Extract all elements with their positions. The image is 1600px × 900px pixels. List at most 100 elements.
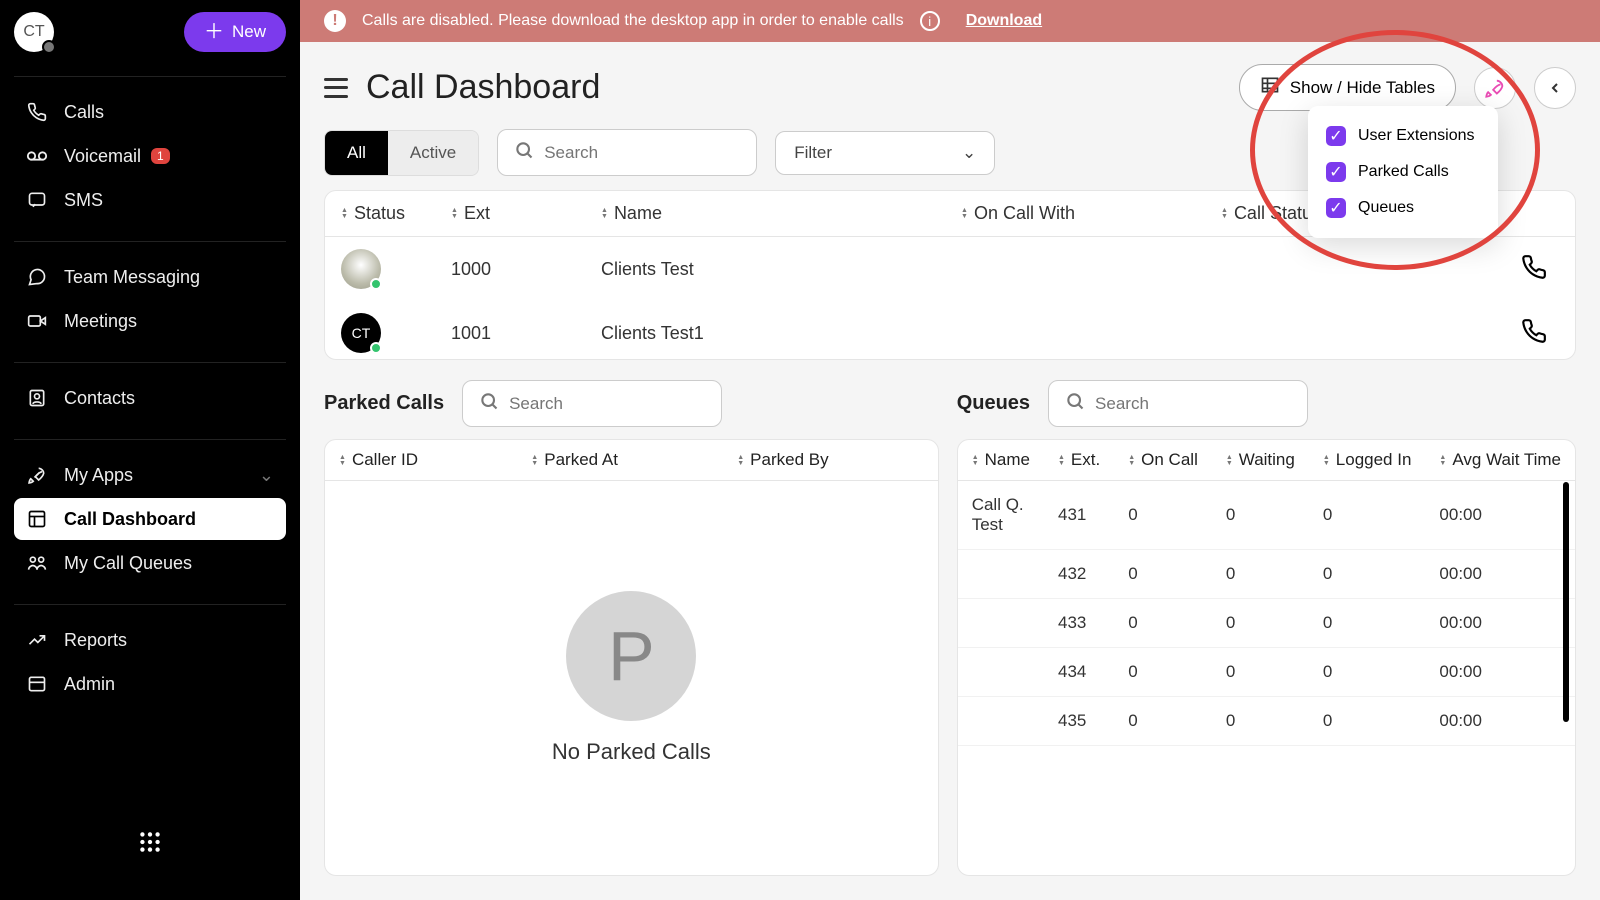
download-link[interactable]: Download xyxy=(966,12,1042,30)
sidebar-item-sms[interactable]: SMS xyxy=(14,179,286,221)
voicemail-badge: 1 xyxy=(151,148,170,164)
video-icon xyxy=(26,310,48,332)
sidebar-item-voicemail[interactable]: Voicemail 1 xyxy=(14,135,286,177)
extensions-search[interactable] xyxy=(497,129,757,176)
presence-dot xyxy=(42,40,56,54)
popover-label: Parked Calls xyxy=(1358,163,1449,181)
cell-logged_in: 0 xyxy=(1309,550,1426,599)
new-button[interactable]: ＋ New xyxy=(184,12,286,52)
popover-option-parked-calls[interactable]: ✓ Parked Calls xyxy=(1324,154,1482,190)
table-icon xyxy=(1260,75,1280,100)
info-icon[interactable]: i xyxy=(920,11,940,31)
parked-search-input[interactable] xyxy=(509,394,705,414)
cell-ext: 1000 xyxy=(435,237,585,302)
queues-search-input[interactable] xyxy=(1095,394,1291,414)
col-on-call-with[interactable]: ▲▼On Call With xyxy=(945,191,1205,237)
table-row[interactable]: 43500000:00 xyxy=(958,697,1575,746)
cell-name xyxy=(958,648,1044,697)
tab-active[interactable]: Active xyxy=(388,131,478,175)
sidebar-item-team-messaging[interactable]: Team Messaging xyxy=(14,256,286,298)
col-name[interactable]: ▲▼Name xyxy=(585,191,945,237)
phone-icon xyxy=(26,101,48,123)
popover-label: Queues xyxy=(1358,199,1414,217)
dialpad-button[interactable] xyxy=(137,829,163,860)
queues-panel: Queues ▲▼Name ▲▼Ext. ▲▼On Call ▲▼Waiting… xyxy=(957,380,1576,876)
col-q-waiting[interactable]: ▲▼Waiting xyxy=(1212,440,1309,481)
checkbox-checked-icon: ✓ xyxy=(1326,126,1346,146)
sidebar: CT ＋ New Calls Voicemail 1 SMS xyxy=(0,0,300,900)
sidebar-item-meetings[interactable]: Meetings xyxy=(14,300,286,342)
tab-all[interactable]: All xyxy=(325,131,388,175)
cell-avg: 00:00 xyxy=(1425,550,1575,599)
page-title: Call Dashboard xyxy=(366,68,1221,107)
sidebar-item-reports[interactable]: Reports xyxy=(14,619,286,661)
avatar: CT xyxy=(341,313,381,353)
col-parked-by[interactable]: ▲▼Parked By xyxy=(723,440,937,481)
cell-on_call: 0 xyxy=(1114,550,1212,599)
call-icon[interactable] xyxy=(1521,328,1547,348)
show-hide-popover: ✓ User Extensions ✓ Parked Calls ✓ Queue… xyxy=(1308,106,1498,238)
cell-name: Clients Test1 xyxy=(585,301,945,360)
collapse-button[interactable] xyxy=(1534,67,1576,109)
user-avatar[interactable]: CT xyxy=(14,12,54,52)
sort-icon: ▲▼ xyxy=(1221,208,1228,220)
cell-on_call: 0 xyxy=(1114,481,1212,550)
filter-dropdown[interactable]: Filter ⌄ xyxy=(775,131,995,175)
popover-option-user-extensions[interactable]: ✓ User Extensions xyxy=(1324,118,1482,154)
sidebar-item-my-call-queues[interactable]: My Call Queues xyxy=(14,542,286,584)
col-q-loggedin[interactable]: ▲▼Logged In xyxy=(1309,440,1426,481)
table-row[interactable]: Call Q. Test43100000:00 xyxy=(958,481,1575,550)
checkbox-checked-icon: ✓ xyxy=(1326,198,1346,218)
cell-logged_in: 0 xyxy=(1309,599,1426,648)
col-q-avg[interactable]: ▲▼Avg Wait Time xyxy=(1425,440,1575,481)
sort-icon: ▲▼ xyxy=(341,208,348,220)
cell-avg: 00:00 xyxy=(1425,648,1575,697)
table-row[interactable]: CT 1001 Clients Test1 xyxy=(325,301,1575,360)
lower-panels: Parked Calls ▲▼Caller ID ▲▼Parked At ▲▼P… xyxy=(300,380,1600,900)
col-status[interactable]: ▲▼Status xyxy=(325,191,435,237)
scrollbar[interactable] xyxy=(1563,482,1569,722)
queues-icon xyxy=(26,552,48,574)
col-caller-id[interactable]: ▲▼Caller ID xyxy=(325,440,517,481)
cell-ext: 433 xyxy=(1044,599,1114,648)
new-button-label: New xyxy=(232,22,266,42)
cell-waiting: 0 xyxy=(1212,697,1309,746)
table-row[interactable]: 1000 Clients Test xyxy=(325,237,1575,302)
col-q-name[interactable]: ▲▼Name xyxy=(958,440,1044,481)
cell-logged_in: 0 xyxy=(1309,481,1426,550)
sort-icon: ▲▼ xyxy=(1439,455,1446,467)
parked-search[interactable] xyxy=(462,380,722,427)
col-q-ext[interactable]: ▲▼Ext. xyxy=(1044,440,1114,481)
status-online-icon xyxy=(370,278,382,290)
cell-on_call: 0 xyxy=(1114,599,1212,648)
show-hide-tables-button[interactable]: Show / Hide Tables xyxy=(1239,64,1456,111)
sidebar-item-my-apps[interactable]: My Apps ⌄ xyxy=(14,454,286,496)
sidebar-item-label: Calls xyxy=(64,102,104,123)
col-q-oncall[interactable]: ▲▼On Call xyxy=(1114,440,1212,481)
sidebar-item-label: Team Messaging xyxy=(64,267,200,288)
sidebar-item-calls[interactable]: Calls xyxy=(14,91,286,133)
table-row[interactable]: 43300000:00 xyxy=(958,599,1575,648)
cell-waiting: 0 xyxy=(1212,481,1309,550)
sidebar-item-label: Reports xyxy=(64,630,127,651)
sidebar-item-admin[interactable]: Admin xyxy=(14,663,286,705)
queues-search[interactable] xyxy=(1048,380,1308,427)
sidebar-item-call-dashboard[interactable]: Call Dashboard xyxy=(14,498,286,540)
launch-button[interactable] xyxy=(1474,67,1516,109)
col-parked-at[interactable]: ▲▼Parked At xyxy=(517,440,723,481)
call-icon[interactable] xyxy=(1521,264,1547,284)
sidebar-item-label: SMS xyxy=(64,190,103,211)
cell-ext: 434 xyxy=(1044,648,1114,697)
sidebar-item-contacts[interactable]: Contacts xyxy=(14,377,286,419)
menu-toggle-icon[interactable] xyxy=(324,78,348,98)
table-row[interactable]: 43400000:00 xyxy=(958,648,1575,697)
tab-pill: All Active xyxy=(324,130,479,176)
popover-option-queues[interactable]: ✓ Queues xyxy=(1324,190,1482,226)
col-ext[interactable]: ▲▼Ext xyxy=(435,191,585,237)
panel-title: Queues xyxy=(957,392,1030,415)
sort-icon: ▲▼ xyxy=(339,455,346,467)
show-hide-label: Show / Hide Tables xyxy=(1290,78,1435,98)
extensions-search-input[interactable] xyxy=(544,143,740,163)
cell-ext: 1001 xyxy=(435,301,585,360)
table-row[interactable]: 43200000:00 xyxy=(958,550,1575,599)
